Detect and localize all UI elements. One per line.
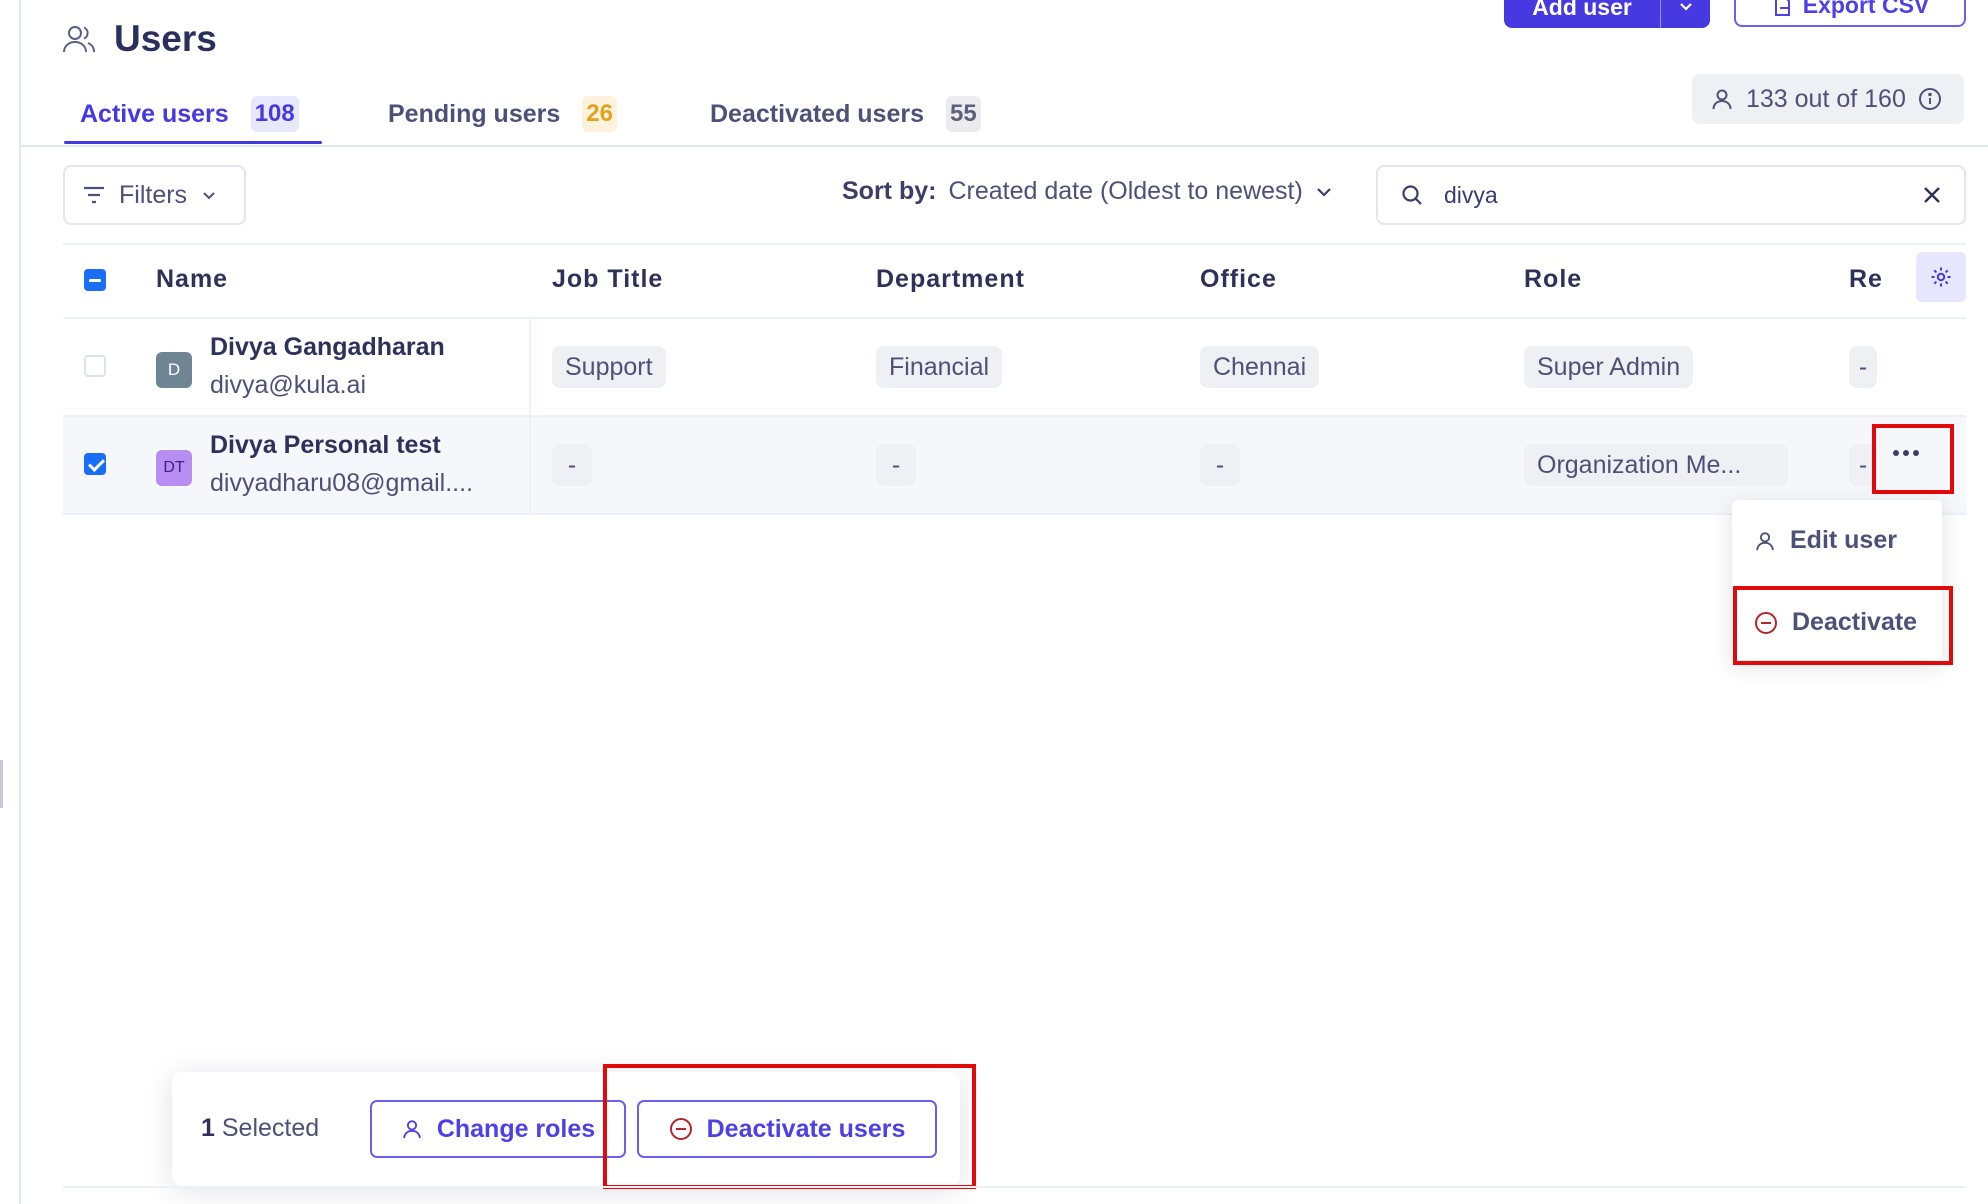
deactivate-users-button[interactable]: Deactivate users [637,1100,937,1158]
filter-icon [84,186,104,204]
user-status-tabs: Active users 108 Pending users 26 Deacti… [64,86,1004,144]
row-checkbox[interactable] [84,453,106,475]
tab-count-badge: 55 [946,96,981,132]
office-pill: Chennai [1200,346,1320,388]
tab-label: Pending users [388,99,561,128]
users-table: Name Job Title Department Office Role Re… [63,243,1966,515]
row-more-actions-button[interactable] [1879,425,1933,481]
tab-pending-users[interactable]: Pending users 26 [372,86,634,142]
add-user-dropdown-toggle[interactable] [1660,0,1710,28]
user-icon [1756,531,1774,550]
filters-button[interactable]: Filters [63,165,246,225]
tab-active-users[interactable]: Active users 108 [64,86,322,144]
gear-icon [1931,267,1951,287]
avatar: DT [156,450,192,486]
search-icon [1402,185,1422,205]
truncated-cell-pill: - [1849,346,1877,388]
tab-count-badge: 26 [582,96,617,132]
table-row[interactable]: D Divya Gangadharan divya@kula.ai Suppor… [63,319,1966,417]
close-icon[interactable] [1922,185,1942,205]
user-name[interactable]: Divya Gangadharan [210,333,445,362]
add-user-button[interactable]: Add user [1504,0,1710,28]
seat-usage-label: 133 out of 160 [1746,84,1906,113]
minus-circle-icon [1755,611,1777,634]
selected-label: Selected [221,1114,320,1142]
tab-count-badge: 108 [250,96,299,132]
sort-dropdown[interactable]: Sort by: Created date (Oldest to newest) [842,177,1333,206]
menu-item-deactivate[interactable]: Deactivate [1754,608,1917,637]
sort-value: Created date (Oldest to newest) [948,177,1303,205]
job-title-pill: Support [552,346,666,388]
info-icon[interactable] [1918,87,1942,111]
select-all-checkbox[interactable] [84,269,106,291]
column-header-role[interactable]: Role [1524,265,1582,294]
tab-deactivated-users[interactable]: Deactivated users 55 [694,86,1004,142]
row-actions-menu: Edit user Deactivate [1732,500,1942,660]
sidebar-scroll-marker [0,760,3,808]
department-pill: Financial [876,346,1003,388]
role-pill: Super Admin [1524,346,1694,388]
change-roles-label: Change roles [436,1114,596,1143]
column-header-department[interactable]: Department [876,265,1025,294]
menu-item-label: Deactivate [1792,608,1918,636]
export-csv-label: Export CSV [1802,0,1930,18]
more-horizontal-icon [1893,450,1919,456]
selection-summary: 1 Selected [201,1114,319,1143]
export-file-icon [1774,0,1790,16]
table-row[interactable]: DT Divya Personal test divyadharu08@gmai… [63,417,1966,515]
column-divider [529,417,531,513]
filters-label: Filters [119,180,188,209]
users-icon [63,26,95,53]
selected-count: 1 [201,1114,215,1142]
column-divider [529,319,531,415]
column-header-office[interactable]: Office [1200,265,1277,294]
user-email: divya@kula.ai [210,371,367,399]
left-sidebar-rail [0,0,21,1204]
table-header: Name Job Title Department Office Role Re [63,243,1966,319]
avatar: D [156,352,192,388]
table-bottom-divider [63,1186,1966,1188]
deactivate-users-label: Deactivate users [706,1114,906,1143]
row-checkbox[interactable] [84,355,106,377]
job-title-pill: - [552,444,592,486]
chevron-down-icon [1317,187,1331,197]
seat-usage-indicator: 133 out of 160 [1692,74,1964,124]
user-icon [1712,89,1732,110]
column-header-name[interactable]: Name [156,265,228,294]
user-icon [403,1120,421,1139]
search-input[interactable] [1444,181,1902,209]
user-email: divyadharu08@gmail.... [210,469,474,497]
truncated-cell-pill: - [1849,444,1877,486]
change-roles-button[interactable]: Change roles [370,1100,626,1158]
chevron-down-icon [203,192,215,200]
column-header-job-title[interactable]: Job Title [552,265,663,294]
page-header: Users [62,18,217,60]
department-pill: - [876,444,916,486]
tab-label: Active users [80,99,229,128]
bulk-actions-bar: 1 Selected Change roles Deactivate users [172,1072,960,1186]
search-box [1376,165,1966,225]
column-settings-button[interactable] [1916,252,1966,302]
menu-item-label: Edit user [1790,526,1897,554]
chevron-down-icon [1679,3,1692,11]
menu-item-edit-user[interactable]: Edit user [1754,526,1897,555]
add-user-label: Add user [1532,0,1632,20]
sort-label: Sort by: [842,177,937,205]
office-pill: - [1200,444,1240,486]
role-pill: Organization Me... [1524,444,1788,486]
tabs-divider [21,145,1988,147]
column-header-truncated[interactable]: Re [1849,265,1883,294]
page-title: Users [114,18,217,59]
user-name[interactable]: Divya Personal test [210,431,441,460]
minus-circle-icon [669,1118,692,1140]
export-csv-button[interactable]: Export CSV [1734,0,1966,27]
tab-label: Deactivated users [710,99,925,128]
